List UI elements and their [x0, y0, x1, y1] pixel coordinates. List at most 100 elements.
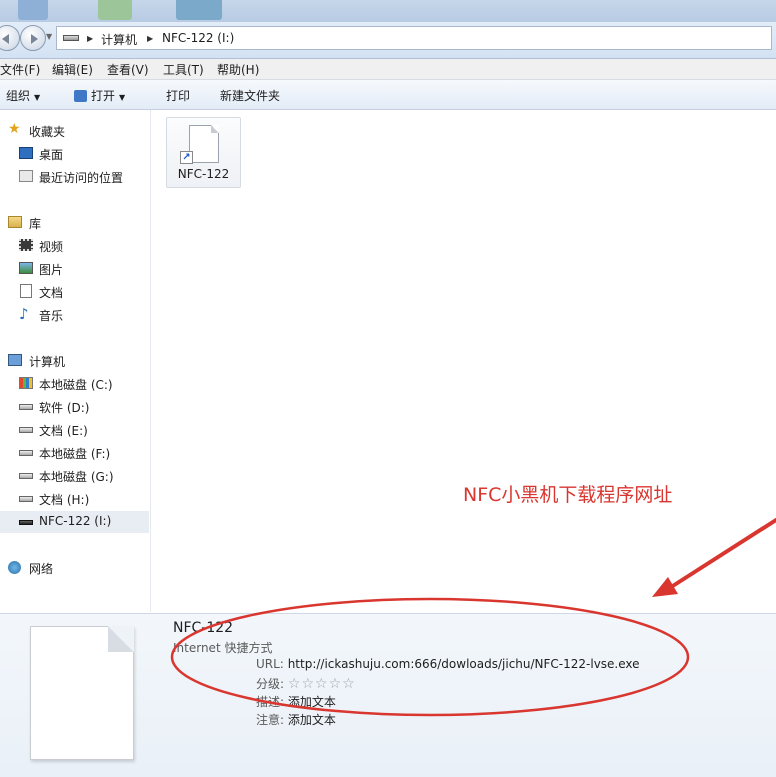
nav-libraries[interactable]: 库: [0, 212, 149, 234]
details-type: Internet 快捷方式: [173, 641, 273, 655]
details-url-row: URL: http://ickashuju.com:666/dowloads/j…: [256, 657, 640, 671]
nav-label: 音乐: [39, 309, 64, 323]
address-input[interactable]: ▶ 计算机 ▶ NFC-122 (I:): [56, 26, 772, 50]
star-empty-icon[interactable]: ☆: [301, 676, 314, 692]
organize-button[interactable]: 组织 ▼: [6, 87, 40, 104]
nav-drive-i[interactable]: NFC-122 (I:): [0, 511, 149, 533]
nav-computer[interactable]: 计算机: [0, 350, 149, 372]
url-value[interactable]: http://ickashuju.com:666/dowloads/jichu/…: [288, 657, 640, 671]
menu-file[interactable]: 文件(F): [0, 61, 40, 78]
note-label: 注意:: [256, 713, 285, 727]
nav-favorites[interactable]: ★ 收藏夹: [0, 120, 149, 142]
nav-documents[interactable]: 文档: [0, 281, 149, 303]
star-empty-icon[interactable]: ☆: [329, 676, 342, 692]
nav-label: 图片: [39, 263, 64, 277]
taskbar-strip: [0, 0, 776, 22]
star-icon: ★: [8, 121, 21, 137]
window-thumbnail[interactable]: [98, 0, 132, 20]
video-icon: [19, 239, 33, 251]
nav-drive-f[interactable]: 本地磁盘 (F:): [0, 442, 149, 464]
breadcrumb-computer[interactable]: 计算机: [101, 31, 137, 48]
forward-arrow-icon: [31, 34, 38, 44]
file-preview-icon: [30, 626, 134, 760]
removable-drive-icon: [19, 520, 33, 525]
windows-drive-icon: [19, 377, 33, 389]
nav-label: 文档 (H:): [39, 493, 90, 507]
details-desc-row: 描述: 添加文本: [256, 693, 336, 710]
nav-drive-d[interactable]: 软件 (D:): [0, 396, 149, 418]
open-button[interactable]: 打开 ▼: [74, 87, 125, 104]
nav-drive-g[interactable]: 本地磁盘 (G:): [0, 465, 149, 487]
breadcrumb-separator-icon[interactable]: ▶: [87, 34, 93, 43]
computer-icon: [8, 354, 22, 366]
new-folder-button[interactable]: 新建文件夹: [220, 87, 280, 104]
nav-label: 本地磁盘 (C:): [39, 378, 113, 392]
recent-places-icon: [19, 170, 33, 182]
annotation-text: NFC小黑机下载程序网址: [463, 484, 673, 506]
nav-videos[interactable]: 视频: [0, 235, 149, 257]
details-note-row: 注意: 添加文本: [256, 711, 336, 728]
address-bar: ▼ ▶ 计算机 ▶ NFC-122 (I:): [0, 22, 776, 59]
menu-view[interactable]: 查看(V): [107, 61, 149, 78]
details-rating-row: 分级: ☆☆☆☆☆: [256, 675, 356, 692]
nav-label: 文档: [39, 286, 64, 300]
window-thumbnail[interactable]: [176, 0, 222, 20]
nav-label: 库: [29, 217, 42, 231]
rating-label: 分级:: [256, 677, 285, 691]
nav-drive-c[interactable]: 本地磁盘 (C:): [0, 373, 149, 395]
library-icon: [8, 216, 22, 228]
breadcrumb-drive[interactable]: NFC-122 (I:): [162, 31, 234, 45]
command-bar: 组织 ▼ 打开 ▼ 打印 新建文件夹: [0, 80, 776, 110]
print-button[interactable]: 打印: [166, 87, 190, 104]
rating-stars[interactable]: ☆☆☆☆☆: [288, 676, 356, 692]
nav-recent-places[interactable]: 最近访问的位置: [0, 166, 149, 188]
file-item[interactable]: ↗ NFC-122: [166, 117, 241, 188]
nav-drive-h[interactable]: 文档 (H:): [0, 488, 149, 510]
nav-label: 收藏夹: [29, 125, 66, 139]
menu-help[interactable]: 帮助(H): [217, 61, 259, 78]
desc-value[interactable]: 添加文本: [288, 695, 336, 709]
document-icon: [20, 284, 32, 298]
breadcrumb-separator-icon[interactable]: ▶: [147, 34, 153, 43]
star-empty-icon[interactable]: ☆: [315, 676, 328, 692]
navigation-pane: ★ 收藏夹 桌面 最近访问的位置 库 视频 图片 文档 ♪ 音乐 计算机 本地磁…: [0, 110, 151, 612]
open-with-icon: [74, 90, 87, 102]
details-pane: NFC-122 Internet 快捷方式 URL: http://ickash…: [0, 613, 776, 777]
music-note-icon: ♪: [19, 305, 29, 323]
nav-label: 本地磁盘 (F:): [39, 447, 111, 461]
file-name: NFC-122: [177, 167, 230, 181]
nav-desktop[interactable]: 桌面: [0, 143, 149, 165]
dropdown-chevron-icon: ▼: [119, 93, 126, 102]
nav-label: 视频: [39, 240, 64, 254]
nav-music[interactable]: ♪ 音乐: [0, 304, 149, 326]
back-button[interactable]: [0, 25, 20, 51]
nav-drive-e[interactable]: 文档 (E:): [0, 419, 149, 441]
open-label: 打开: [91, 89, 116, 103]
recent-pages-chevron-icon[interactable]: ▼: [46, 32, 52, 41]
hard-drive-icon: [19, 473, 33, 479]
shortcut-arrow-icon: ↗: [180, 151, 193, 164]
desktop-icon: [19, 147, 33, 159]
hard-drive-icon: [19, 496, 33, 502]
note-value[interactable]: 添加文本: [288, 713, 336, 727]
window-thumbnail[interactable]: [18, 0, 48, 20]
nav-label: 桌面: [39, 148, 64, 162]
details-title: NFC-122: [173, 620, 234, 636]
menu-tools[interactable]: 工具(T): [163, 61, 204, 78]
nav-label: 计算机: [29, 355, 66, 369]
nav-pictures[interactable]: 图片: [0, 258, 149, 280]
star-empty-icon[interactable]: ☆: [288, 676, 301, 692]
nav-label: NFC-122 (I:): [39, 514, 112, 528]
network-icon: [8, 561, 21, 574]
nav-label: 最近访问的位置: [39, 171, 124, 185]
nav-label: 文档 (E:): [39, 424, 88, 438]
file-list[interactable]: ↗ NFC-122: [151, 110, 776, 612]
nav-network[interactable]: 网络: [0, 557, 149, 579]
hard-drive-icon: [19, 450, 33, 456]
star-empty-icon[interactable]: ☆: [342, 676, 355, 692]
forward-button[interactable]: [20, 25, 46, 51]
menu-bar: 文件(F) 编辑(E) 查看(V) 工具(T) 帮助(H): [0, 59, 776, 80]
menu-edit[interactable]: 编辑(E): [52, 61, 93, 78]
desc-label: 描述:: [256, 695, 285, 709]
hard-drive-icon: [19, 404, 33, 410]
